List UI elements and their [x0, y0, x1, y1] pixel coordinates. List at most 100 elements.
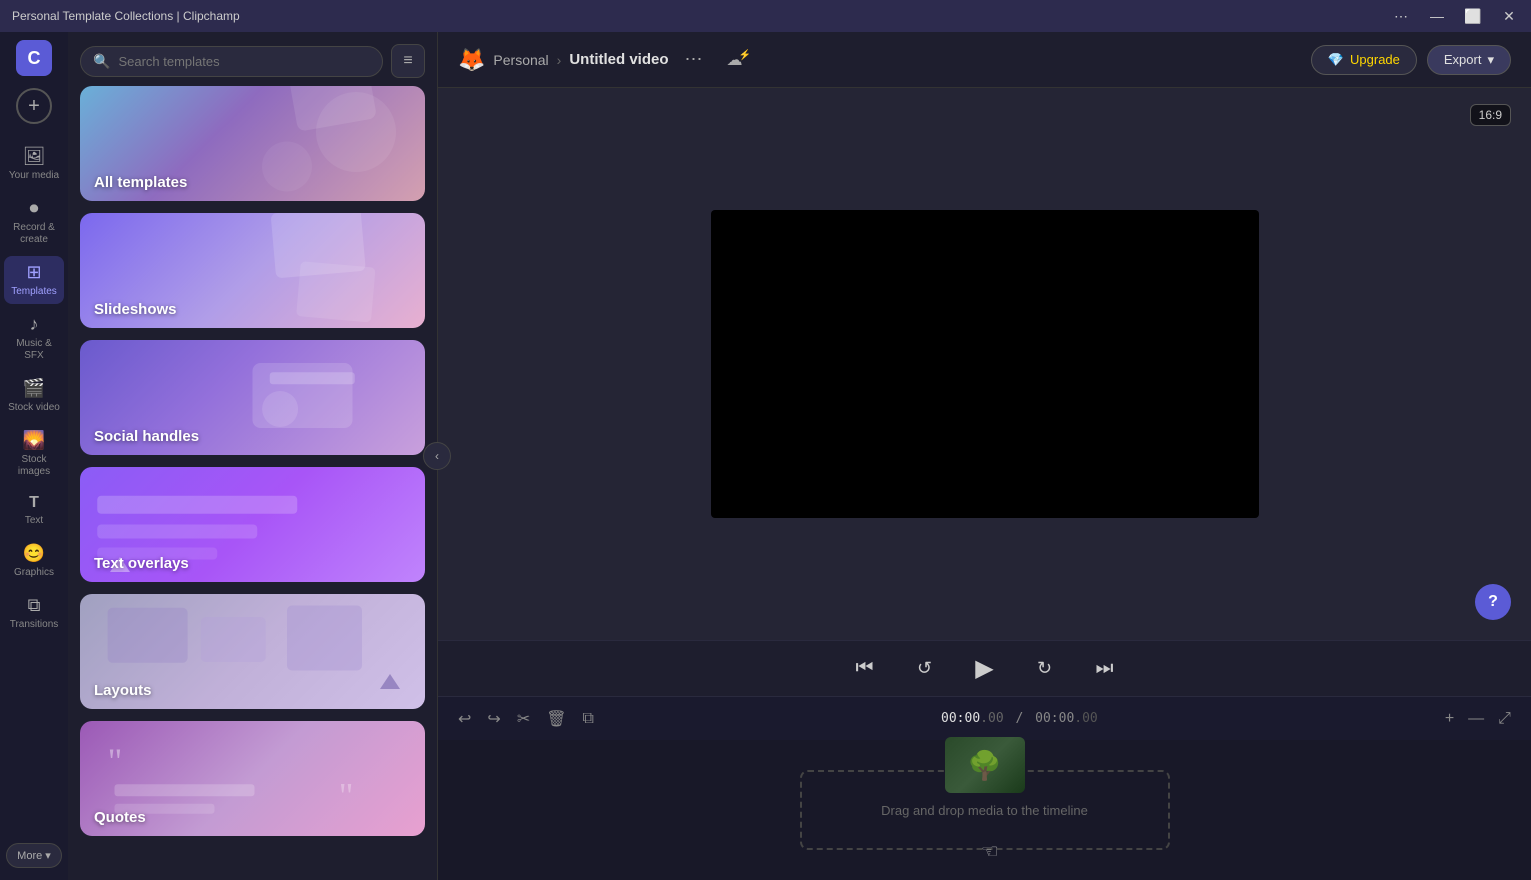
template-card-label: All templates — [94, 174, 187, 191]
video-title[interactable]: Untitled video — [569, 51, 668, 68]
total-time: 00:00.00 — [1035, 711, 1098, 726]
player-controls: ⏮ ↺ ▶ ↻ ⏭ — [438, 640, 1531, 696]
brand-icon: 🦊 — [458, 47, 485, 73]
svg-text:": " — [108, 741, 123, 781]
undo-button[interactable]: ↩ — [454, 705, 475, 733]
top-bar: 🦊 Personal › Untitled video ⋯ ☁ ⚡ 💎 Upgr… — [438, 32, 1531, 88]
top-bar-actions: 💎 Upgrade Export ▾ — [1311, 45, 1511, 75]
zoom-out-icon: — — [1468, 710, 1484, 728]
upgrade-button[interactable]: 💎 Upgrade — [1311, 45, 1417, 75]
sidebar-item-stock-video[interactable]: 🎬 Stock video — [4, 372, 64, 420]
duplicate-button[interactable]: ⧉ — [579, 706, 598, 732]
diamond-icon: 💎 — [1328, 52, 1344, 68]
sidebar-item-text[interactable]: T Text — [4, 488, 64, 533]
template-card-social-handles[interactable]: Social handles — [80, 340, 425, 455]
more-options-button[interactable]: ⋯ — [1391, 6, 1411, 26]
sidebar-item-label: Stock images — [8, 454, 60, 478]
rewind-button[interactable]: ↺ — [907, 651, 943, 687]
search-input-wrapper: 🔍 — [80, 46, 383, 77]
cloud-sync-button[interactable]: ☁ ⚡ — [719, 46, 763, 74]
icon-bar: C + 🖼 Your media ⏺ Record & create ⊞ Tem… — [0, 32, 68, 880]
help-button[interactable]: ? — [1475, 584, 1511, 620]
sidebar-item-label: Graphics — [14, 567, 54, 579]
video-more-button[interactable]: ⋯ — [677, 45, 711, 74]
timeline-toolbar-right: + — ⤢ — [1441, 706, 1515, 732]
template-card-label: Text overlays — [94, 555, 189, 572]
breadcrumb-separator: › — [557, 52, 562, 68]
close-button[interactable]: ✕ — [1499, 6, 1519, 26]
record-icon: ⏺ — [30, 198, 39, 219]
templates-list: All templates Slideshows — [68, 86, 437, 880]
sync-badge: ⚡ — [739, 50, 751, 61]
export-button[interactable]: Export ▾ — [1427, 45, 1511, 75]
redo-icon: ↪ — [487, 709, 500, 729]
forward-button[interactable]: ↻ — [1027, 651, 1063, 687]
sidebar-item-stock-images[interactable]: 🌄 Stock images — [4, 424, 64, 484]
search-input[interactable] — [118, 54, 370, 69]
skip-forward-button[interactable]: ⏭ — [1087, 651, 1123, 687]
add-track-button[interactable]: + — [1441, 706, 1458, 732]
template-card-slideshows[interactable]: Slideshows — [80, 213, 425, 328]
timeline-time-display: 00:00.00 / 00:00.00 — [941, 711, 1098, 726]
duplicate-icon: ⧉ — [583, 710, 594, 728]
sidebar-item-your-media[interactable]: 🖼 Your media — [4, 140, 64, 188]
sidebar-item-label: Templates — [11, 286, 57, 298]
app-container: C + 🖼 Your media ⏺ Record & create ⊞ Tem… — [0, 32, 1531, 880]
timeline-toolbar: ↩ ↪ ✂ 🗑 ⧉ 00:00.00 / — [438, 696, 1531, 740]
more-button[interactable]: More ▾ — [6, 843, 62, 868]
play-icon: ▶ — [975, 654, 993, 683]
thumbnail-image: 🌳 — [967, 749, 1002, 782]
expand-button[interactable]: ⤢ — [1494, 706, 1515, 732]
rewind-icon: ↺ — [917, 658, 932, 679]
timeline-toolbar-left: ↩ ↪ ✂ 🗑 ⧉ — [454, 705, 598, 733]
current-time: 00:00.00 — [941, 711, 1011, 726]
collapse-sidebar-button[interactable]: ‹ — [423, 442, 451, 470]
sidebar-item-graphics[interactable]: 😊 Graphics — [4, 537, 64, 585]
media-icon: 🖼 — [23, 146, 46, 167]
cut-button[interactable]: ✂ — [513, 705, 534, 733]
add-button[interactable]: + — [16, 88, 52, 124]
more-icon: ⋯ — [685, 49, 703, 70]
text-icon: T — [29, 494, 39, 512]
aspect-ratio-badge: 16:9 — [1470, 104, 1511, 126]
redo-button[interactable]: ↪ — [483, 705, 504, 733]
minimize-button[interactable]: — — [1427, 6, 1447, 26]
filter-button[interactable]: ≡ — [391, 44, 425, 78]
drag-cursor-icon: ☜ — [981, 839, 999, 864]
upgrade-label: Upgrade — [1350, 52, 1400, 67]
skip-back-icon: ⏮ — [856, 657, 874, 680]
media-thumbnail: 🌳 — [945, 737, 1025, 793]
sidebar-item-label: Stock video — [8, 402, 60, 414]
breadcrumb-personal[interactable]: Personal — [493, 52, 548, 68]
filter-icon: ≡ — [403, 52, 412, 70]
sidebar-item-templates[interactable]: ⊞ Templates — [4, 256, 64, 304]
sidebar-item-transitions[interactable]: ⧉ Transitions — [4, 589, 64, 637]
sidebar-item-label: Record & create — [8, 222, 60, 246]
template-card-label: Layouts — [94, 682, 152, 699]
delete-button[interactable]: 🗑 — [542, 705, 570, 733]
delete-icon: 🗑 — [546, 709, 566, 729]
template-card-all-templates[interactable]: All templates — [80, 86, 425, 201]
sidebar-item-music-sfx[interactable]: ♪ Music & SFX — [4, 308, 64, 368]
zoom-out-button[interactable]: — — [1464, 706, 1488, 732]
stock-images-icon: 🌄 — [23, 430, 45, 451]
export-dropdown-icon: ▾ — [1487, 52, 1494, 68]
timeline-area: 🌳 ☜ Drag and drop media to the timeline — [438, 740, 1531, 880]
logo[interactable]: C — [16, 40, 52, 76]
window-title: Personal Template Collections | Clipcham… — [12, 9, 240, 23]
template-card-quotes[interactable]: " " Quotes — [80, 721, 425, 836]
expand-icon: ⤢ — [1498, 710, 1511, 728]
video-preview — [711, 210, 1259, 518]
skip-back-button[interactable]: ⏮ — [847, 651, 883, 687]
template-card-label: Quotes — [94, 809, 146, 826]
search-bar: 🔍 ≡ — [68, 32, 437, 86]
maximize-button[interactable]: ⬜ — [1463, 6, 1483, 26]
play-button[interactable]: ▶ — [967, 651, 1003, 687]
breadcrumb: 🦊 Personal › Untitled video ⋯ ☁ ⚡ — [458, 45, 763, 74]
sidebar-item-record-create[interactable]: ⏺ Record & create — [4, 192, 64, 252]
title-bar: Personal Template Collections | Clipcham… — [0, 0, 1531, 32]
template-card-text-overlays[interactable]: Text overlays — [80, 467, 425, 582]
template-card-layouts[interactable]: Layouts — [80, 594, 425, 709]
timeline-drop-zone[interactable]: 🌳 ☜ Drag and drop media to the timeline — [800, 770, 1170, 850]
skip-forward-icon: ⏭ — [1096, 657, 1114, 680]
